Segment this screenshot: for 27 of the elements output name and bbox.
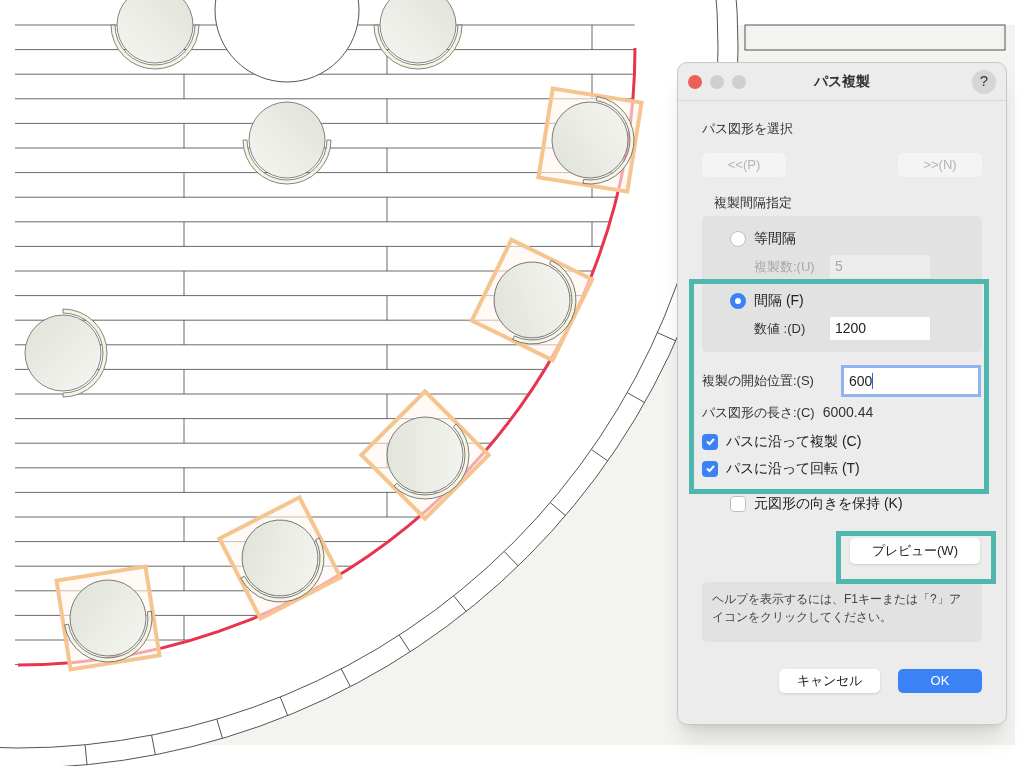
ok-button[interactable]: OK [898,669,982,693]
checkbox-label: パスに沿って回転 (T) [726,459,860,478]
checkbox-label: パスに沿って複製 (C) [726,432,862,451]
window-title: パス複製 [814,72,870,91]
field-label: 数値 :(D) [754,319,807,338]
field-label: パス図形の長さ:(C) [702,403,815,422]
checkbox[interactable] [730,495,746,512]
field-label: 複製の開始位置:(S) [702,372,815,391]
checkbox[interactable] [702,460,718,477]
radio-button[interactable] [730,230,746,247]
length-value: 6000.44 [822,403,874,422]
checkbox[interactable] [702,433,718,450]
checkbox-label: 元図形の向きを保持 (K) [754,494,903,513]
cancel-button[interactable]: キャンセル [779,669,880,693]
checkmark-icon [704,463,716,474]
group-label: 複製間隔指定 [714,193,793,212]
input-field[interactable]: 1200 [830,317,930,340]
start-position-field[interactable]: 600 [844,368,978,394]
close-button[interactable] [688,74,702,89]
help-button[interactable]: ? [972,69,996,94]
radio-button[interactable] [730,292,746,309]
radio-label: 等間隔 [754,229,796,248]
preview-button[interactable]: プレビュー(W) [850,538,980,564]
radio-label: 間隔 (F) [754,291,804,310]
checkmark-icon [704,436,716,447]
section-label: パス図形を選択 [702,120,794,138]
help-text: ヘルプを表示するには、F1キーまたは「?」アイコンをクリックしてください。 [712,591,962,626]
